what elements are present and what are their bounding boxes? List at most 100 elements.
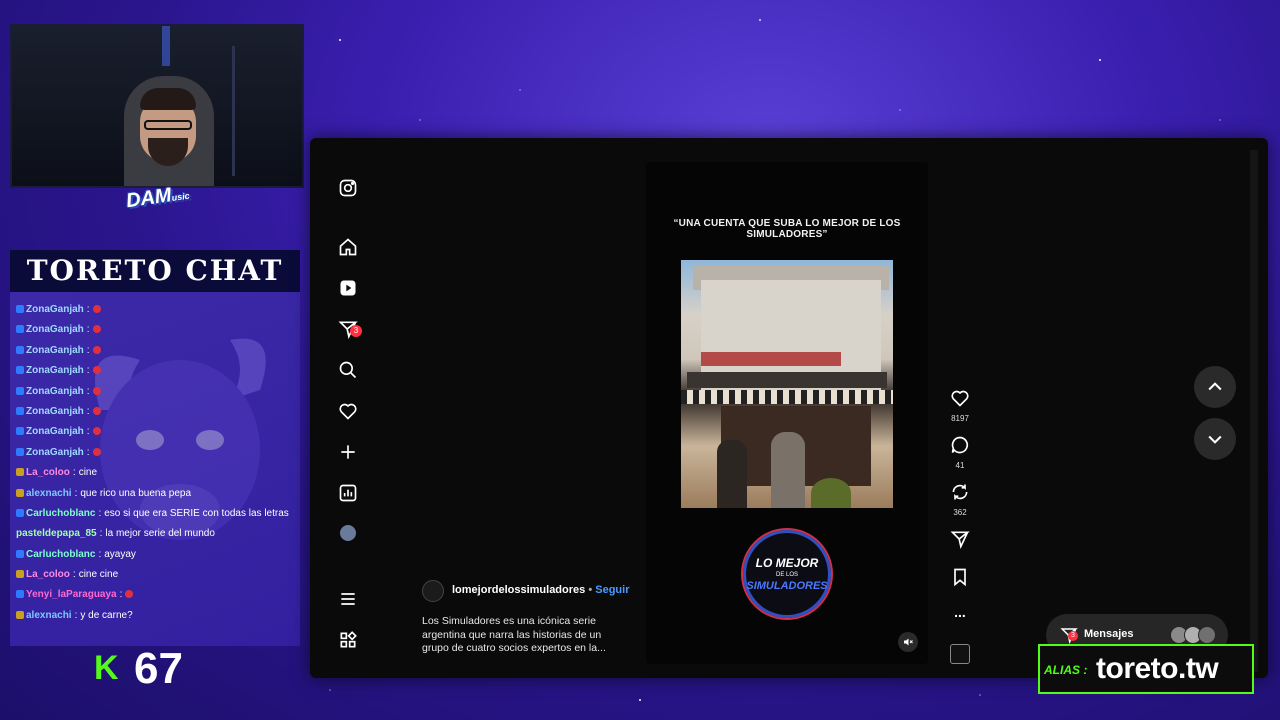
user-badge-icon (16, 386, 24, 395)
emote-icon (92, 406, 101, 415)
instagram-logo-icon[interactable] (338, 178, 358, 198)
chat-username: ZonaGanjah (26, 324, 84, 336)
chat-text: cine (78, 467, 98, 479)
messages-badge: 3 (1068, 631, 1078, 641)
save-button[interactable] (948, 567, 972, 592)
chat-username: ZonaGanjah (26, 344, 84, 356)
reel-scene (681, 260, 893, 508)
alias-value: toreto.tw (1096, 652, 1219, 685)
scrollbar[interactable] (1250, 150, 1258, 672)
heart-icon (951, 390, 969, 407)
user-badge-icon (16, 570, 24, 579)
chat-message: ZonaGanjah: (16, 382, 296, 402)
apps-icon[interactable] (338, 630, 358, 650)
search-icon[interactable] (338, 360, 358, 380)
instagram-sidebar: 3 (310, 138, 386, 678)
repost-button[interactable]: 362 (948, 482, 972, 517)
chat-text: ayayay (104, 548, 136, 560)
emote-icon (92, 427, 101, 436)
webcam-light (162, 26, 170, 66)
user-badge-icon (16, 305, 24, 313)
scene-sign (701, 352, 841, 366)
emote-icon (92, 305, 101, 313)
chat-separator: : (86, 344, 90, 356)
avatar (1198, 626, 1216, 644)
chat-message: ZonaGanjah: (16, 361, 296, 381)
chevron-down-icon (1208, 435, 1222, 444)
chat-username: ZonaGanjah (26, 405, 84, 417)
audio-thumbnail[interactable] (950, 644, 970, 664)
poster-username[interactable]: lomejordelossimuladores (452, 584, 585, 596)
chat-username: alexnachi (26, 487, 72, 499)
comment-button[interactable]: 41 (948, 435, 972, 470)
chat-separator: : (99, 528, 103, 540)
reel-overlay-text: “UNA CUENTA QUE SUBA LO MEJOR DE LOS SIM… (673, 218, 901, 240)
emote-icon (92, 325, 101, 334)
user-badge-icon (16, 468, 24, 477)
mute-button[interactable] (898, 632, 918, 652)
chat-username: ZonaGanjah (26, 426, 84, 438)
like-button[interactable]: 8197 (948, 388, 972, 423)
chat-username: Carluchoblanc (26, 548, 96, 560)
scene-sign-2 (687, 372, 887, 388)
chat-separator: : (98, 548, 102, 560)
chat-separator: : (74, 487, 78, 499)
chat-message: ZonaGanjah: (16, 422, 296, 442)
share-button[interactable] (948, 529, 972, 554)
chat-username: Yenyi_laParaguaya (26, 589, 117, 601)
poster-avatar[interactable] (422, 580, 444, 602)
chat-message: ZonaGanjah: (16, 320, 296, 340)
viewer-count: 67 (134, 644, 183, 693)
heart-icon[interactable] (338, 401, 358, 421)
chat-separator: : (98, 507, 102, 519)
follow-button[interactable]: Seguir (595, 584, 629, 596)
comment-icon (951, 436, 969, 454)
logo-line-3: SIMULADORES (746, 580, 828, 592)
chat-username: ZonaGanjah (26, 304, 84, 315)
chat-text: que rico una buena pepa (80, 487, 192, 499)
chat-separator: : (72, 569, 76, 581)
chat-message: La_coloo: cine (16, 463, 296, 483)
caption-user-line: lomejordelossimuladores • Seguir (452, 584, 629, 596)
scene-person-1 (717, 440, 747, 508)
chat-username: La_coloo (26, 467, 70, 479)
messages-icon[interactable]: 3 (338, 319, 362, 340)
reels-icon[interactable] (338, 278, 358, 298)
speaker-muted-icon (904, 638, 913, 646)
home-icon[interactable] (338, 237, 358, 257)
scene-person-2 (771, 432, 805, 508)
emote-icon (92, 345, 101, 354)
chat-username: ZonaGanjah (26, 365, 84, 377)
chat-message: La_coloo: cine cine (16, 565, 296, 585)
dashboard-icon[interactable] (338, 483, 358, 503)
streamer-hair (140, 88, 196, 110)
user-badge-icon (16, 366, 24, 375)
more-options-button[interactable]: ... (948, 604, 972, 620)
plus-icon[interactable] (338, 442, 358, 462)
repost-count: 362 (953, 508, 967, 517)
chat-username: Carluchoblanc (26, 507, 96, 519)
previous-reel-button[interactable] (1194, 366, 1236, 408)
user-badge-icon (16, 345, 24, 354)
chat-separator: : (74, 609, 78, 621)
user-badge-icon (16, 590, 24, 599)
chat-panel: TORETO CHAT ZonaGanjah: ZonaGanjah: ZonaGa… (10, 250, 300, 646)
chat-text: cine cine (78, 569, 119, 581)
logo-line-1: LO MEJOR (755, 556, 819, 570)
profile-avatar[interactable] (340, 525, 356, 541)
emote-icon (92, 447, 101, 456)
reel-video[interactable]: “UNA CUENTA QUE SUBA LO MEJOR DE LOS SIM… (646, 162, 928, 664)
webcam-shelf (232, 46, 302, 176)
chat-message: ZonaGanjah: (16, 443, 296, 463)
lo-mejor-logo: LO MEJOR DE LOS SIMULADORES (743, 530, 831, 618)
user-badge-icon (16, 488, 24, 497)
menu-icon[interactable] (338, 589, 358, 609)
alias-banner: ALIAS : toreto.tw (1038, 644, 1254, 694)
user-badge-icon (16, 406, 24, 415)
next-reel-button[interactable] (1194, 418, 1236, 460)
caption-text[interactable]: Los Simuladores es una icónica serie arg… (422, 615, 618, 656)
comment-count: 41 (955, 461, 965, 470)
separator-dot: • (588, 584, 593, 596)
user-badge-icon (16, 610, 24, 619)
scene-plant (811, 478, 851, 508)
